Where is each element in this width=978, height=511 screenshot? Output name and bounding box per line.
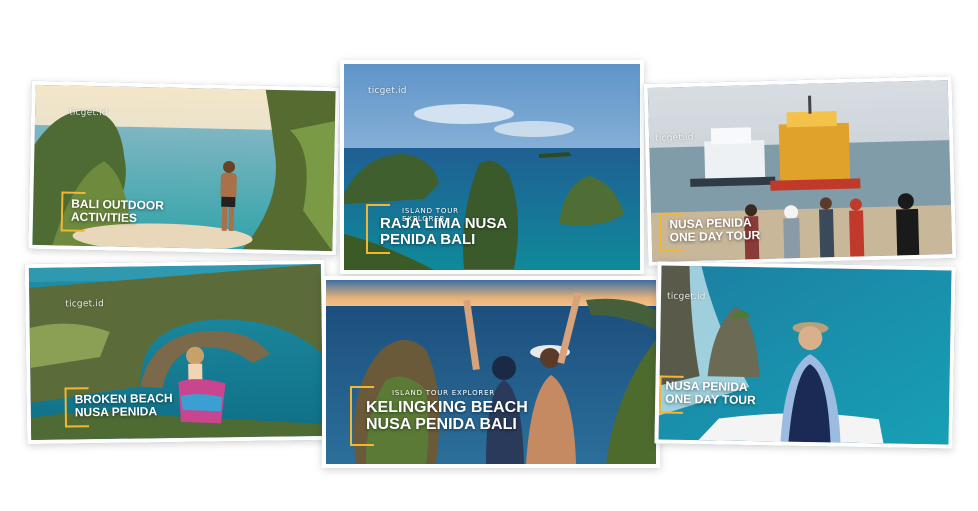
ticget-watermark: ticget.id — [69, 107, 108, 119]
ticget-watermark: ticget.id — [654, 132, 694, 144]
card-title: Nusa Penida One Day Tour — [669, 215, 761, 245]
kelingking-beach-photo — [326, 280, 656, 464]
card-subtitle: Island Tour Explorer — [392, 389, 495, 397]
card-raja-lima-nusa-penida[interactable]: ticget.id Island Tour Explorer Raja Lima… — [340, 60, 644, 274]
ticget-watermark: ticget.id — [368, 86, 407, 96]
card-title-block: Nusa Penida One Day Tour — [658, 375, 756, 414]
card-title-block: Broken Beach Nusa Penida — [64, 386, 173, 428]
card-title-block: Island Tour Explorer Raja Lima Nusa Peni… — [366, 204, 507, 254]
card-title: Nusa Penida One Day Tour — [665, 378, 756, 407]
ticget-watermark: ticget.id — [666, 291, 706, 303]
card-kelingking-beach-nusa-penida[interactable]: Island Tour Explorer Kelingking Beach Nu… — [322, 276, 660, 468]
ticget-watermark: ticget.id — [65, 299, 105, 310]
card-title: Bali Outdoor Activities — [70, 196, 165, 225]
card-title: Raja Lima Nusa Penida Bali — [380, 215, 508, 248]
card-title-block: Bali Outdoor Activities — [60, 191, 164, 232]
card-title: Broken Beach Nusa Penida — [74, 391, 173, 420]
card-title: Kelingking Beach Nusa Penida Bali — [366, 399, 528, 433]
card-nusa-penida-one-day-tour-boat[interactable]: ticget.id Nusa Penida One Day Tour — [643, 75, 957, 267]
card-broken-beach-nusa-penida[interactable]: ticget.id Broken Beach Nusa Penida — [24, 259, 328, 445]
card-title-block: Island Tour Explorer Kelingking Beach Nu… — [350, 386, 528, 446]
card-nusa-penida-one-day-tour-bow[interactable]: ticget.id Nusa Penida One Day Tour — [654, 261, 956, 449]
card-bali-outdoor-activities[interactable]: ticget.id Bali Outdoor Activities — [28, 80, 340, 256]
card-title-block: Nusa Penida One Day Tour — [659, 211, 760, 252]
photo-collage: ticget.id Bali Outdoor Activities — [0, 0, 978, 511]
